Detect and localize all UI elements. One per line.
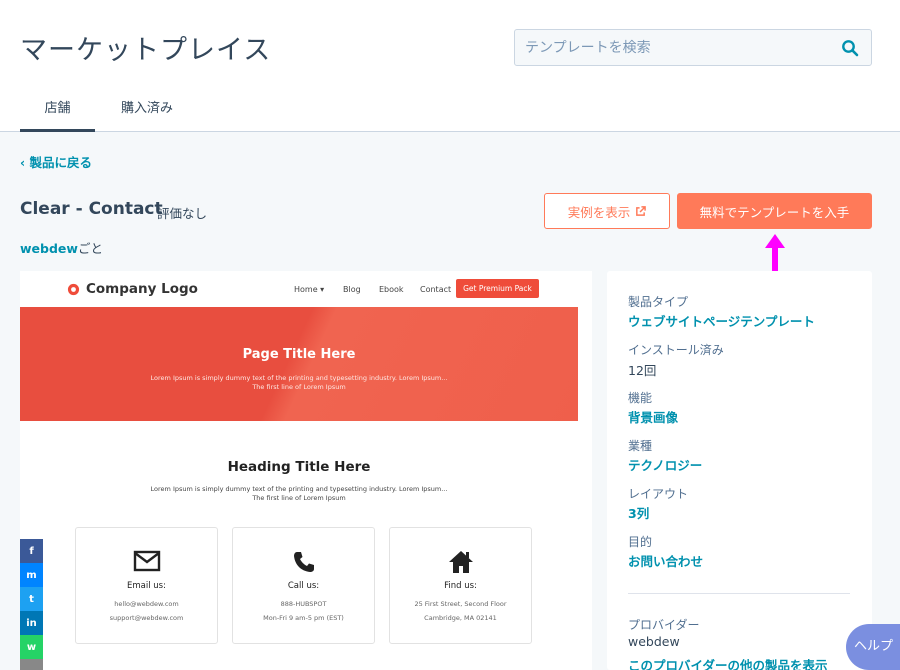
detail-label: 目的 — [628, 535, 653, 549]
template-preview[interactable]: Company Logo Home ▾ Blog Ebook Contact G… — [20, 271, 592, 670]
envelope-icon — [133, 550, 160, 572]
product-rating: 評価なし — [157, 206, 208, 221]
vendor-suffix: ごと — [77, 241, 103, 256]
chevron-left-icon: ‹ — [20, 155, 26, 170]
top-header: マーケットプレイス 店舗 購入済み — [0, 0, 900, 132]
search-input[interactable] — [515, 30, 835, 65]
detail-value-purpose[interactable]: お問い合わせ — [628, 551, 703, 570]
card-line: Cambridge, MA 02141 — [424, 614, 497, 622]
linkedin-icon[interactable]: in — [20, 611, 43, 635]
detail-label: 製品タイプ — [628, 295, 689, 309]
preview-nav-ebook: Ebook — [379, 285, 404, 294]
detail-value-product-type[interactable]: ウェブサイトページテンプレート — [628, 311, 815, 330]
preview-heading: Heading Title Here — [227, 459, 371, 475]
vendor-line: webdewごと — [20, 238, 103, 257]
facebook-icon[interactable]: f — [20, 539, 43, 563]
back-link[interactable]: ‹ 製品に戻る — [20, 152, 92, 171]
detail-value-layout[interactable]: 3列 — [628, 503, 649, 522]
home-icon — [448, 551, 473, 573]
detail-value-feature[interactable]: 背景画像 — [628, 407, 678, 426]
contact-card-phone: Call us: 888-HUBSPOT Mon-Fri 9 am-5 pm (… — [232, 527, 375, 644]
card-line: Mon-Fri 9 am-5 pm (EST) — [263, 614, 344, 622]
card-line: 888-HUBSPOT — [280, 600, 327, 608]
search-box — [514, 29, 872, 66]
share-more-icon[interactable] — [20, 659, 43, 670]
get-template-button[interactable]: 無料でテンプレートを入手 — [677, 193, 872, 229]
card-line: 25 First Street, Second Floor — [414, 600, 507, 608]
contact-card-address: Find us: 25 First Street, Second Floor C… — [389, 527, 532, 644]
card-title: Email us: — [127, 581, 166, 591]
twitter-icon[interactable]: t — [20, 587, 43, 611]
preview-nav-blog: Blog — [343, 285, 361, 294]
hero-title: Page Title Here — [242, 347, 356, 362]
hero-text-line: Lorem Ipsum is simply dummy text of the … — [150, 374, 448, 382]
heading-text-line: The first line of Lorem Ipsum — [252, 494, 346, 502]
tab-store[interactable]: 店舗 — [20, 96, 95, 132]
detail-value-industry[interactable]: テクノロジー — [628, 455, 702, 474]
card-line: hello@webdew.com — [114, 600, 179, 608]
card-title: Call us: — [287, 581, 320, 591]
product-name: Clear - Contact — [20, 199, 163, 219]
search-icon[interactable] — [841, 39, 859, 57]
details-panel: 製品タイプ ウェブサイトページテンプレート インストール済み 12回 機能 背景… — [607, 271, 872, 670]
whatsapp-icon[interactable]: w — [20, 635, 43, 659]
messenger-icon[interactable]: m — [20, 563, 43, 587]
company-logo-icon — [67, 283, 80, 295]
preview-nav-contact: Contact — [420, 285, 452, 294]
card-line: support@webdew.com — [109, 614, 184, 622]
view-example-button[interactable]: 実例を表示 — [544, 193, 670, 229]
preview-premium-button: Get Premium Pack — [456, 279, 539, 298]
tab-purchased[interactable]: 購入済み — [118, 96, 176, 132]
page-title: マーケットプレイス — [20, 35, 272, 66]
provider-more-link[interactable]: このプロバイダーの他の製品を表示 — [628, 655, 828, 670]
detail-value-installs: 12回 — [628, 363, 657, 378]
divider — [628, 593, 850, 594]
preview-nav-home: Home ▾ — [294, 285, 325, 294]
provider-name: webdew — [628, 634, 680, 649]
help-button[interactable]: ヘルプ — [846, 624, 900, 670]
hero-text-line: The first line of Lorem Ipsum — [252, 383, 346, 391]
hero-text: Lorem Ipsum is simply dummy text of the … — [20, 374, 578, 392]
detail-label: 機能 — [628, 391, 653, 405]
contact-card-email: Email us: hello@webdew.com support@webde… — [75, 527, 218, 644]
view-example-label: 実例を表示 — [567, 204, 631, 220]
phone-icon — [293, 552, 314, 572]
back-link-label: 製品に戻る — [29, 155, 93, 170]
preview-logo: Company Logo — [67, 281, 198, 297]
card-title: Find us: — [444, 581, 477, 591]
provider-label: プロバイダー — [628, 618, 700, 632]
detail-label: 業種 — [628, 439, 653, 453]
heading-text-line: Lorem Ipsum is simply dummy text of the … — [150, 485, 448, 493]
external-link-icon — [636, 205, 647, 216]
logo-text: Company Logo — [86, 281, 198, 297]
detail-label: インストール済み — [628, 343, 724, 357]
detail-label: レイアウト — [628, 487, 689, 501]
preview-heading-text: Lorem Ipsum is simply dummy text of the … — [20, 485, 578, 503]
vendor-link[interactable]: webdew — [20, 241, 78, 256]
preview-hero: Page Title Here Lorem Ipsum is simply du… — [20, 307, 578, 421]
